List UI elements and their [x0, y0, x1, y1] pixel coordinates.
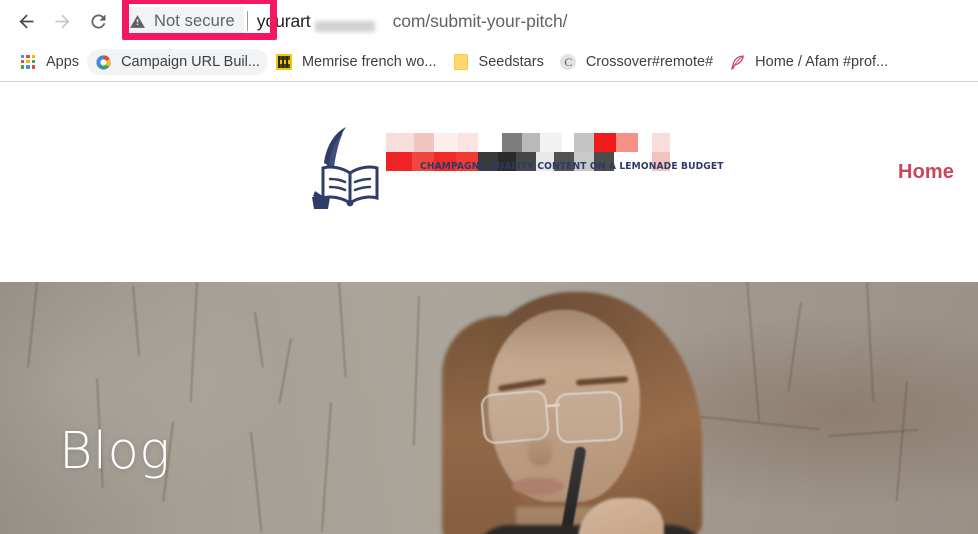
bookmark-label: Home / Afam #prof...	[755, 54, 889, 70]
bookmark-label: Apps	[46, 54, 80, 70]
site-security-chip[interactable]: Not secure	[122, 7, 244, 35]
browser-window: Not secure yourart com/submit-your-pitch…	[0, 0, 978, 534]
quill-and-book-logo-icon	[310, 125, 392, 213]
bookmarks-bar: Apps Campaign URL Buil... Memrise french…	[0, 42, 978, 82]
bookmark-campaign-url-builder[interactable]: Campaign URL Buil...	[87, 49, 268, 75]
url-redaction-blur	[314, 20, 375, 32]
url-path: com/submit-your-pitch/	[392, 10, 568, 31]
browser-toolbar: Not secure yourart com/submit-your-pitch…	[0, 0, 978, 42]
reload-icon	[90, 13, 105, 28]
google-campaign-icon	[95, 54, 112, 71]
bookmark-seedstars[interactable]: Seedstars	[445, 49, 552, 75]
security-status-label: Not secure	[154, 11, 235, 30]
quill-feather-icon	[729, 54, 746, 71]
forward-arrow-icon	[55, 14, 69, 28]
back-button[interactable]	[8, 3, 44, 39]
hero-overlay-tint	[0, 282, 978, 534]
url-text[interactable]: yourart com/submit-your-pitch/	[256, 10, 568, 32]
apps-grid-icon	[20, 54, 37, 71]
site-header: CHAMPAGNE QUALITY CONTENT ON A LEMONADE …	[0, 83, 978, 282]
omnibox-divider	[246, 11, 248, 31]
bookmark-apps[interactable]: Apps	[12, 49, 87, 75]
hero-banner: Blog	[0, 282, 978, 534]
bookmark-label: Seedstars	[478, 54, 544, 70]
memrise-tile-icon	[276, 54, 293, 71]
forward-button[interactable]	[44, 3, 80, 39]
back-arrow-icon	[19, 14, 33, 28]
site-logo[interactable]: CHAMPAGNE QUALITY CONTENT ON A LEMONADE …	[310, 125, 723, 213]
page-title: Blog	[59, 422, 171, 481]
bookmark-label: Crossover#remote#	[585, 54, 714, 70]
address-bar[interactable]: Not secure yourart com/submit-your-pitch…	[122, 0, 978, 42]
warning-triangle-icon	[130, 14, 145, 28]
bookmark-memrise[interactable]: Memrise french wo...	[268, 49, 445, 75]
crossover-c-icon: C	[560, 54, 577, 71]
bookmark-home-afam[interactable]: Home / Afam #prof...	[721, 49, 896, 75]
site-tagline: CHAMPAGNE QUALITY CONTENT ON A LEMONADE …	[420, 161, 724, 172]
url-host: yourart	[256, 10, 311, 31]
nav-item-home[interactable]: Home	[898, 161, 954, 184]
browser-chrome: Not secure yourart com/submit-your-pitch…	[0, 0, 978, 82]
bookmark-label: Campaign URL Buil...	[121, 54, 260, 70]
folder-icon	[453, 54, 470, 71]
web-page-viewport: CHAMPAGNE QUALITY CONTENT ON A LEMONADE …	[0, 83, 978, 534]
bookmark-label: Memrise french wo...	[301, 54, 437, 70]
reload-button[interactable]	[80, 3, 116, 39]
bookmark-crossover[interactable]: C Crossover#remote#	[552, 49, 721, 75]
